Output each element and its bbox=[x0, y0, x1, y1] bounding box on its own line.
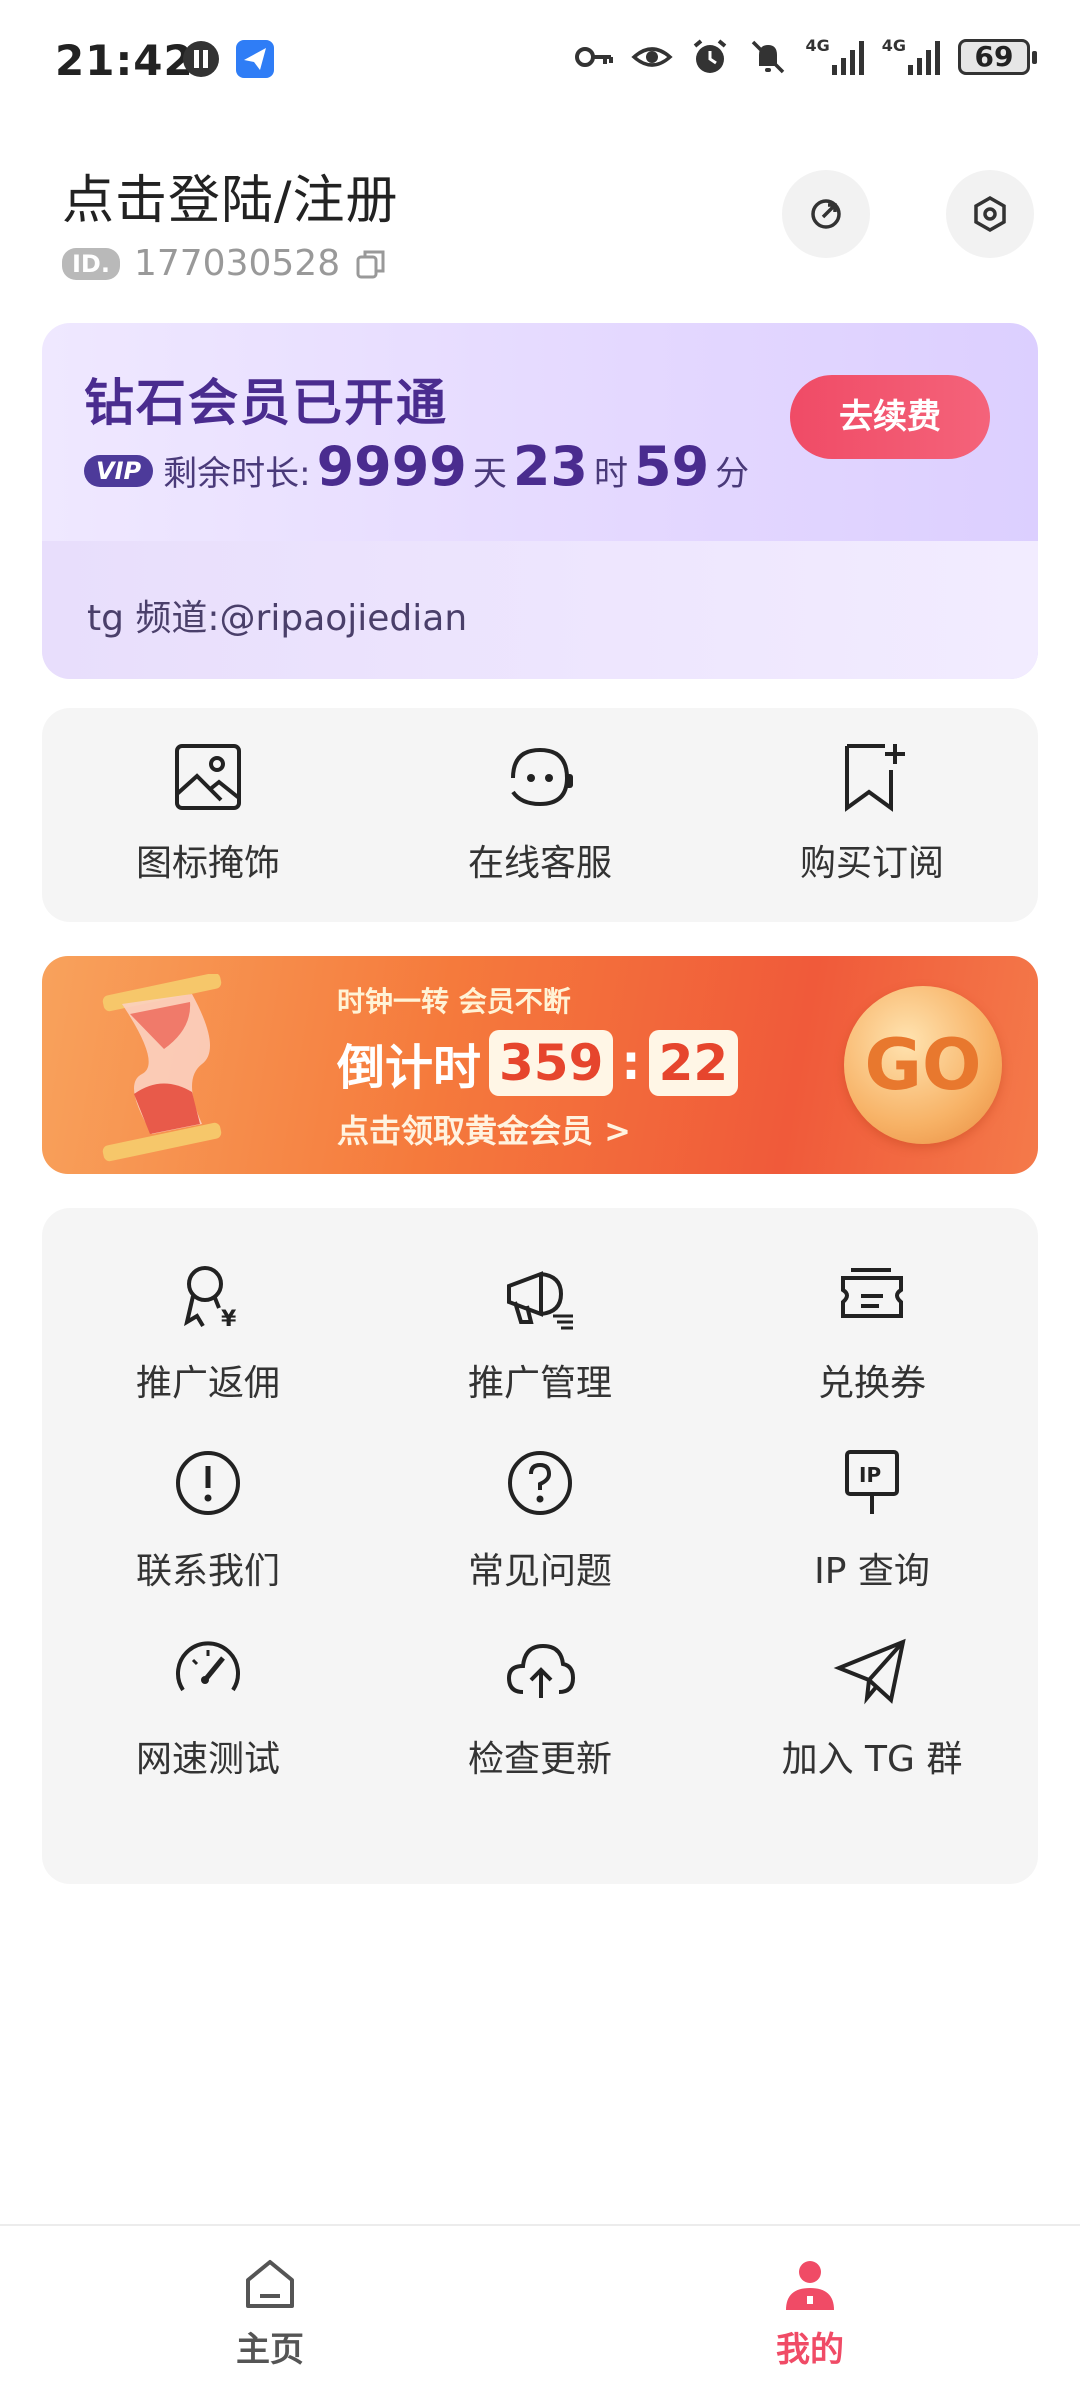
home-icon bbox=[246, 2260, 294, 2308]
go-label: GO bbox=[864, 1024, 982, 1106]
profile-header: 点击登陆/注册 ID. 177030528 bbox=[62, 158, 399, 284]
id-badge: ID. bbox=[62, 247, 120, 280]
tg-channel-text: tg 频道:@ripaojiedian bbox=[87, 598, 468, 639]
copy-icon[interactable] bbox=[354, 247, 388, 281]
nav-mine-label: 我的 bbox=[776, 2330, 844, 2370]
mute-bell-icon bbox=[752, 40, 785, 74]
feature-grid-card: ¥ 推广返佣 推广管理 兑换券 联系我们 常见问题 IP IP 查询 网速测试 bbox=[42, 1208, 1038, 1884]
quick-label: 图标掩饰 bbox=[135, 843, 280, 884]
cloud-upload-icon bbox=[506, 1643, 576, 1698]
remaining-hours: 23 bbox=[512, 435, 589, 498]
svg-text:¥: ¥ bbox=[221, 1307, 237, 1332]
user-icon bbox=[786, 2261, 834, 2310]
buy-subscription-button[interactable]: 购买订阅 bbox=[706, 708, 1038, 922]
share-arrow-icon bbox=[811, 199, 841, 229]
plane-app-icon bbox=[236, 40, 274, 78]
remaining-minutes: 59 bbox=[634, 435, 710, 498]
pause-circle-icon bbox=[183, 41, 219, 77]
countdown-label: 倒计时 bbox=[337, 1040, 482, 1096]
icon-disguise-button[interactable]: 图标掩饰 bbox=[42, 708, 374, 922]
customer-service-icon bbox=[511, 747, 573, 807]
nav-home-label: 主页 bbox=[236, 2330, 304, 2370]
feature-label: 加入 TG 群 bbox=[781, 1739, 963, 1780]
user-id-row: ID. 177030528 bbox=[62, 243, 399, 284]
signal-icon: 4G bbox=[882, 36, 942, 75]
renew-button[interactable]: 去续费 bbox=[790, 375, 990, 459]
go-button[interactable]: GO bbox=[844, 986, 1002, 1144]
vip-tag: VIP bbox=[84, 455, 154, 487]
feature-label: 网速测试 bbox=[135, 1739, 280, 1780]
remaining-days: 9999 bbox=[316, 435, 467, 498]
countdown-minutes: 359 bbox=[489, 1030, 614, 1096]
login-register-link[interactable]: 点击登陆/注册 bbox=[62, 158, 399, 233]
speed-test-button[interactable]: 网速测试 bbox=[42, 1632, 374, 1782]
eye-icon bbox=[631, 47, 674, 67]
feature-label: 推广管理 bbox=[467, 1363, 612, 1404]
minutes-unit: 分 bbox=[715, 454, 750, 494]
feature-label: 兑换券 bbox=[817, 1363, 926, 1404]
referral-commission-button[interactable]: ¥ 推广返佣 bbox=[42, 1256, 374, 1406]
settings-hexagon-icon bbox=[974, 195, 1006, 233]
nav-mine[interactable]: 我的 bbox=[540, 2226, 1080, 2388]
feature-grid: ¥ 推广返佣 推广管理 兑换券 联系我们 常见问题 IP IP 查询 网速测试 bbox=[42, 1256, 1038, 1782]
speedometer-icon bbox=[176, 1641, 240, 1692]
claim-gold-link[interactable]: 点击领取黄金会员 > bbox=[337, 1106, 631, 1152]
medal-yen-icon: ¥ bbox=[183, 1266, 237, 1332]
countdown-row: 倒计时 359 : 22 bbox=[337, 1028, 739, 1098]
ip-lookup-button[interactable]: IP IP 查询 bbox=[706, 1444, 1038, 1594]
battery-icon: 69 bbox=[958, 39, 1037, 75]
status-left-icons bbox=[180, 38, 276, 80]
exclamation-circle-icon bbox=[176, 1451, 240, 1515]
feature-label: 检查更新 bbox=[467, 1739, 612, 1780]
quick-label: 在线客服 bbox=[467, 843, 612, 884]
status-time: 21:42 bbox=[55, 36, 194, 85]
paper-plane-icon bbox=[833, 1638, 906, 1705]
bottom-navigation: 主页 我的 bbox=[0, 2224, 1080, 2388]
faq-button[interactable]: 常见问题 bbox=[374, 1444, 706, 1594]
referral-management-button[interactable]: 推广管理 bbox=[374, 1256, 706, 1406]
status-bar: 21:42 4G 4G 69 bbox=[0, 0, 1080, 120]
vip-remaining-row: VIP 剩余时长: 9999 天 23 时 59 分 bbox=[84, 435, 749, 498]
feature-label: 推广返佣 bbox=[135, 1363, 280, 1404]
bookmark-add-icon bbox=[845, 744, 905, 812]
svg-text:IP: IP bbox=[859, 1463, 881, 1487]
signal-icon: 4G bbox=[805, 36, 865, 75]
redeem-coupon-button[interactable]: 兑换券 bbox=[706, 1256, 1038, 1406]
ticket-icon bbox=[841, 1268, 903, 1318]
question-circle-icon bbox=[508, 1451, 572, 1515]
tg-channel-bar[interactable]: tg 频道:@ripaojiedian bbox=[42, 541, 1038, 679]
settings-button[interactable] bbox=[946, 170, 1034, 258]
banner-slogan: 时钟一转 会员不断 bbox=[337, 985, 571, 1018]
ip-sign-icon: IP bbox=[845, 1450, 899, 1514]
megaphone-icon bbox=[507, 1271, 573, 1330]
feature-label: 联系我们 bbox=[135, 1551, 280, 1592]
nav-home[interactable]: 主页 bbox=[0, 2226, 540, 2388]
quick-label: 购买订阅 bbox=[799, 843, 944, 884]
gold-membership-banner[interactable]: 时钟一转 会员不断 倒计时 359 : 22 点击领取黄金会员 > GO bbox=[42, 956, 1038, 1174]
alarm-icon bbox=[694, 39, 727, 73]
countdown-colon: : bbox=[621, 1035, 641, 1091]
check-update-button[interactable]: 检查更新 bbox=[374, 1632, 706, 1782]
share-button[interactable] bbox=[782, 170, 870, 258]
quick-actions: 图标掩饰 在线客服 购买订阅 bbox=[42, 708, 1038, 922]
vip-status-card: 钻石会员已开通 VIP 剩余时长: 9999 天 23 时 59 分 去续费 t… bbox=[42, 323, 1038, 679]
contact-us-button[interactable]: 联系我们 bbox=[42, 1444, 374, 1594]
signal-bars-icon bbox=[908, 41, 940, 75]
status-right-icons: 4G 4G 69 bbox=[573, 36, 1037, 78]
hourglass-icon bbox=[102, 974, 222, 1162]
image-icon bbox=[175, 744, 241, 810]
user-id-number: 177030528 bbox=[133, 243, 341, 284]
feature-label: 常见问题 bbox=[467, 1551, 612, 1592]
remaining-label: 剩余时长: bbox=[163, 454, 311, 494]
signal-bars-icon bbox=[831, 41, 864, 75]
hours-unit: 时 bbox=[594, 454, 629, 494]
feature-label: IP 查询 bbox=[814, 1551, 930, 1592]
key-icon bbox=[575, 47, 614, 67]
online-support-button[interactable]: 在线客服 bbox=[374, 708, 706, 922]
vip-summary: 钻石会员已开通 VIP 剩余时长: 9999 天 23 时 59 分 去续费 bbox=[42, 323, 1038, 541]
days-unit: 天 bbox=[472, 454, 507, 494]
countdown-seconds: 22 bbox=[648, 1030, 739, 1096]
join-tg-group-button[interactable]: 加入 TG 群 bbox=[706, 1632, 1038, 1782]
vip-title: 钻石会员已开通 bbox=[84, 374, 448, 432]
